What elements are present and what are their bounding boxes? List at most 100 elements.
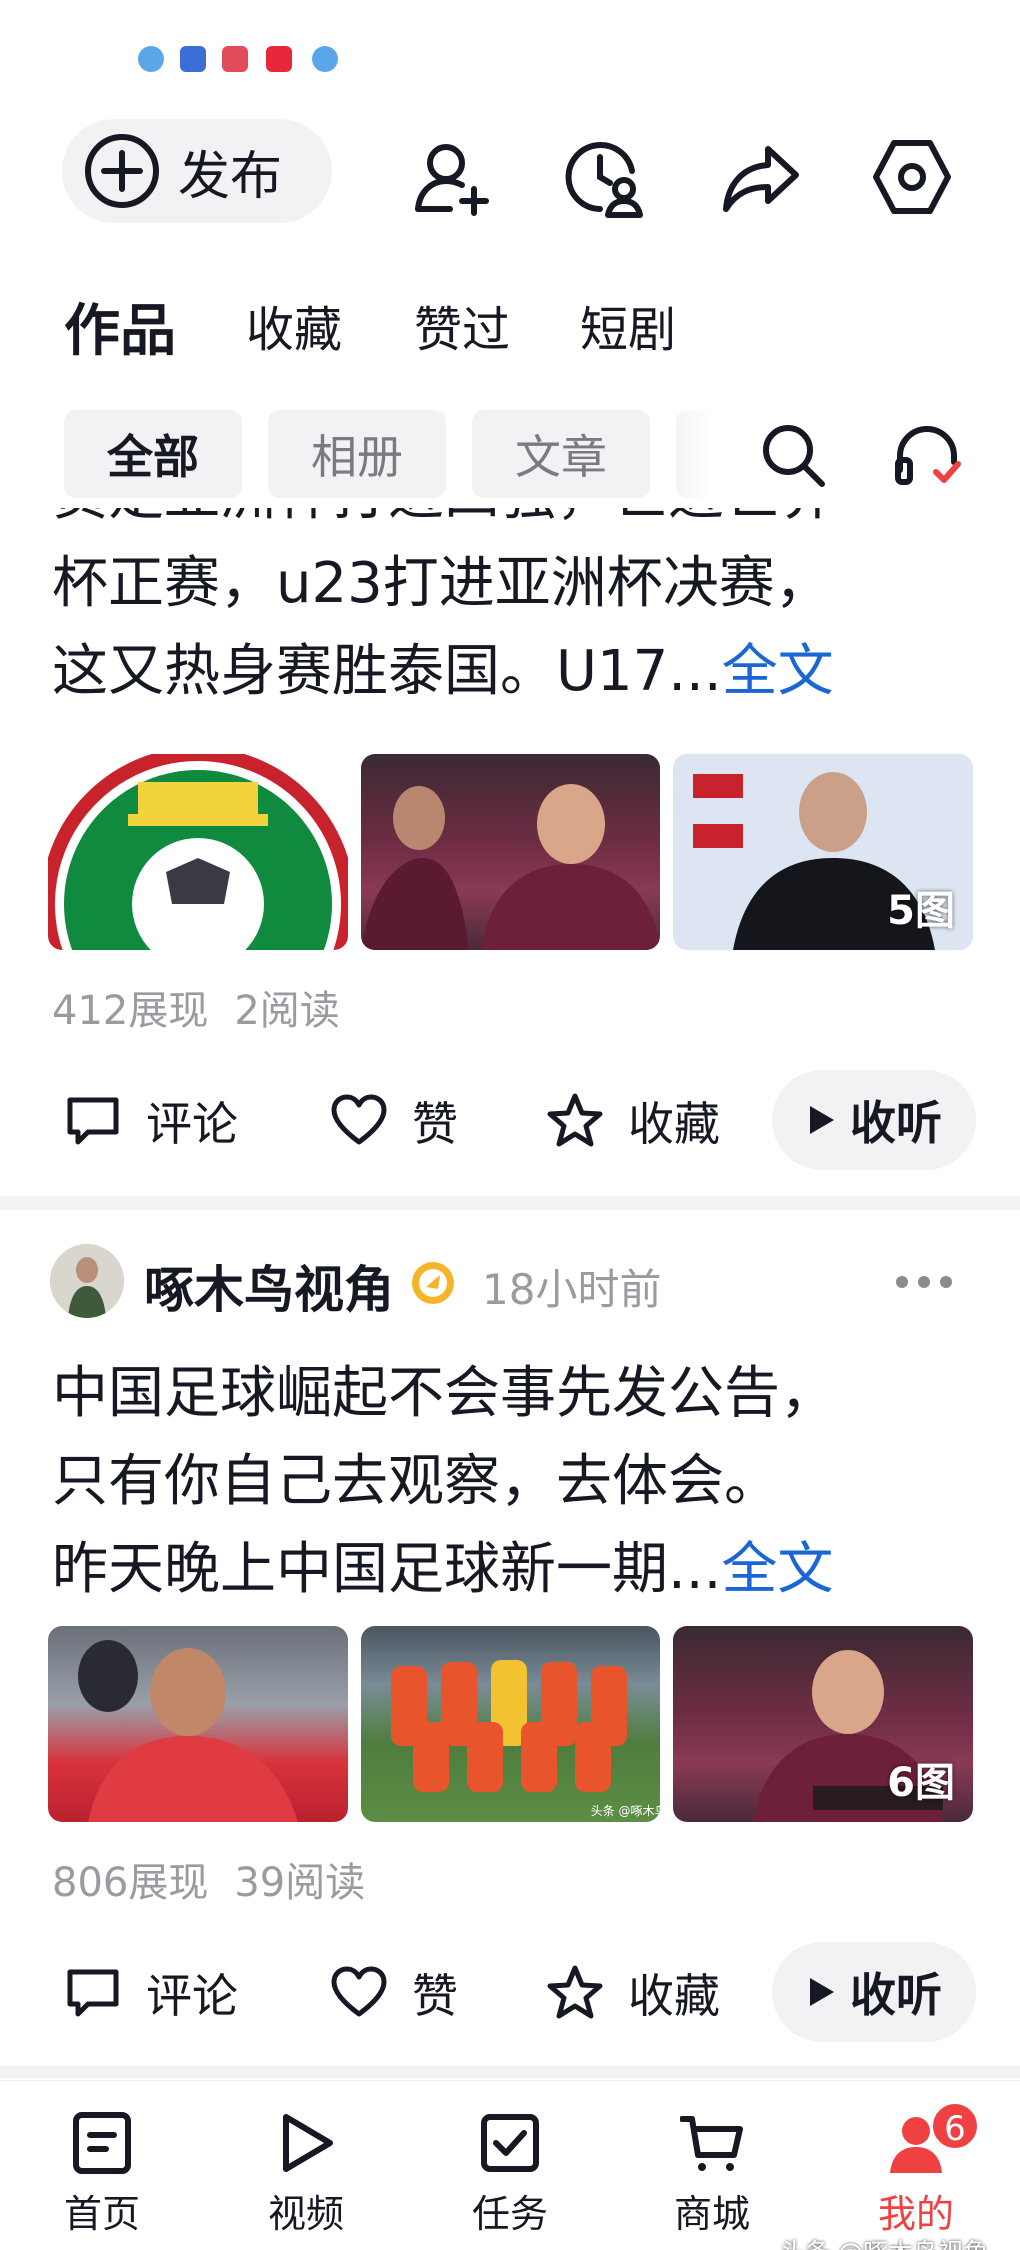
coach-figure bbox=[360, 784, 661, 950]
nav-label: 任务 bbox=[471, 2192, 548, 2236]
post-text-line: 这又热身赛胜泰国。U17... bbox=[52, 639, 722, 704]
history-icon[interactable] bbox=[562, 135, 646, 219]
comment-icon bbox=[67, 1097, 119, 1145]
baidu-icon bbox=[222, 46, 248, 72]
bottom-nav: 首页 视频 任务 商城 6 我的 bbox=[0, 2080, 1020, 2250]
coach-sideline-image[interactable] bbox=[360, 754, 661, 950]
tab-liked[interactable]: 赞过 bbox=[414, 290, 510, 360]
heart-app-icon bbox=[266, 46, 292, 72]
post-actions: 评论 赞 收藏 收听 bbox=[0, 1070, 1020, 1170]
nav-tasks[interactable]: 任务 bbox=[440, 2111, 580, 2241]
post-image-row[interactable]: 头条 @啄木鸟视角 6图 bbox=[48, 1626, 974, 1822]
star-icon bbox=[547, 1965, 603, 2019]
views-count: 806展现 bbox=[52, 1860, 209, 1906]
image-count-badge: 6图 bbox=[887, 1760, 956, 1806]
post-stats: 806展现 39阅读 bbox=[52, 1850, 391, 1908]
publish-button[interactable]: 发布 bbox=[62, 119, 332, 223]
listen-label: 收听 bbox=[850, 1968, 942, 2022]
listen-button[interactable]: 收听 bbox=[772, 1070, 976, 1170]
cfa-logo-image[interactable] bbox=[48, 754, 348, 950]
nav-label: 视频 bbox=[267, 2192, 344, 2236]
post-time: 18小时前 bbox=[482, 1265, 662, 1314]
share-icon[interactable] bbox=[718, 135, 802, 219]
notification-badge: 6 bbox=[930, 2101, 980, 2151]
verified-badge-icon bbox=[412, 1262, 454, 1304]
avatar-figure bbox=[50, 1244, 124, 1318]
content-tabs: 作品 收藏 赞过 短剧 bbox=[0, 290, 1020, 370]
favorite-button[interactable]: 收藏 bbox=[546, 1960, 720, 2026]
app-icon bbox=[180, 46, 206, 72]
play-icon bbox=[810, 1106, 834, 1134]
author-name[interactable]: 啄木鸟视角 bbox=[144, 1250, 394, 1322]
chip-album[interactable]: 相册 bbox=[268, 410, 446, 498]
tab-works[interactable]: 作品 bbox=[64, 286, 176, 367]
post-text[interactable]: 中国足球崛起不会事先发公告， 只有你自己去观察，去体会。 昨天晚上中国足球新一期… bbox=[52, 1350, 972, 1614]
comment-icon bbox=[67, 1969, 119, 2017]
post-text-line: 员足亚洲杯打进四强，世进世界 bbox=[52, 508, 972, 540]
coach-press-image[interactable]: 5图 bbox=[673, 754, 974, 950]
nav-label: 首页 bbox=[63, 2192, 140, 2236]
comment-label: 评论 bbox=[146, 1969, 238, 2023]
headphones-icon[interactable] bbox=[892, 420, 962, 490]
publish-label: 发布 bbox=[178, 146, 283, 207]
reads-count: 39阅读 bbox=[234, 1860, 366, 1906]
image-count-badge: 5图 bbox=[887, 888, 956, 934]
post-text-line: 只有你自己去观察，去体会。 bbox=[52, 1449, 780, 1514]
full-text-link[interactable]: 全文 bbox=[721, 1537, 833, 1602]
more-options-icon[interactable] bbox=[894, 1274, 954, 1290]
filter-bar: 全部 相册 文章 视 bbox=[0, 410, 1020, 500]
cart-icon bbox=[680, 2116, 743, 2171]
listen-button[interactable]: 收听 bbox=[772, 1942, 976, 2042]
nav-label: 商城 bbox=[673, 2192, 750, 2236]
full-text-link[interactable]: 全文 bbox=[722, 639, 834, 704]
tab-favorites[interactable]: 收藏 bbox=[246, 290, 342, 360]
filter-fade bbox=[670, 410, 1020, 500]
play-outline-icon bbox=[283, 2114, 333, 2172]
image-caption: 头条 @啄木鸟视角 bbox=[590, 1804, 661, 1818]
nav-me[interactable]: 6 我的 bbox=[846, 2101, 986, 2241]
post-image-row[interactable]: 5图 bbox=[48, 754, 974, 950]
reads-count: 2阅读 bbox=[234, 988, 340, 1034]
post-divider bbox=[0, 1196, 1020, 1210]
post-stats: 412展现 2阅读 bbox=[52, 978, 366, 1036]
add-friend-icon[interactable] bbox=[410, 135, 494, 219]
author-row: 啄木鸟视角 18小时前 bbox=[0, 1244, 1020, 1324]
nav-video[interactable]: 视频 bbox=[236, 2111, 376, 2241]
favorite-label: 收藏 bbox=[628, 1097, 720, 1151]
views-count: 412展现 bbox=[52, 988, 209, 1034]
task-checkbox-icon bbox=[481, 2114, 539, 2172]
search-icon[interactable] bbox=[758, 420, 828, 490]
play-icon bbox=[810, 1978, 834, 2006]
chip-article[interactable]: 文章 bbox=[472, 410, 650, 498]
nav-home[interactable]: 首页 bbox=[32, 2111, 172, 2241]
settings-icon[interactable] bbox=[870, 135, 954, 219]
like-label: 赞 bbox=[412, 1969, 458, 2023]
like-button[interactable]: 赞 bbox=[330, 1960, 458, 2026]
avatar[interactable] bbox=[50, 1244, 124, 1318]
team-photo-image[interactable]: 头条 @啄木鸟视角 bbox=[360, 1626, 661, 1822]
comment-button[interactable]: 评论 bbox=[64, 1960, 238, 2026]
favorite-button[interactable]: 收藏 bbox=[546, 1088, 720, 1154]
nav-mall[interactable]: 商城 bbox=[642, 2111, 782, 2241]
player-figure bbox=[78, 1640, 298, 1822]
favorite-label: 收藏 bbox=[628, 1969, 720, 2023]
post-text-line: 杯正赛，u23打进亚洲杯决赛， bbox=[52, 551, 831, 616]
tab-short-drama[interactable]: 短剧 bbox=[580, 290, 676, 360]
heart-icon bbox=[331, 1094, 387, 1145]
weibo-icon bbox=[312, 46, 338, 72]
feed-list: 员足亚洲杯打进四强，世进世界 杯正赛，u23打进亚洲杯决赛， 这又热身赛胜泰国。… bbox=[0, 508, 1020, 2078]
plus-circle-icon bbox=[85, 134, 159, 208]
heart-icon bbox=[331, 1966, 387, 2017]
chip-all[interactable]: 全部 bbox=[64, 410, 242, 498]
listen-label: 收听 bbox=[850, 1096, 942, 1150]
player-celebration-image[interactable] bbox=[48, 1626, 348, 1822]
post-text-line: 中国足球崛起不会事先发公告， bbox=[52, 1361, 836, 1426]
coach-sideline-image[interactable]: 6图 bbox=[673, 1626, 974, 1822]
comment-button[interactable]: 评论 bbox=[64, 1088, 238, 1154]
comment-label: 评论 bbox=[146, 1097, 238, 1151]
home-icon bbox=[73, 2112, 131, 2174]
cfa-logo-graphic bbox=[48, 754, 348, 950]
post-text[interactable]: 员足亚洲杯打进四强，世进世界 杯正赛，u23打进亚洲杯决赛， 这又热身赛胜泰国。… bbox=[52, 508, 972, 716]
watermark: 头条 @啄木鸟视角 bbox=[780, 2233, 988, 2250]
like-button[interactable]: 赞 bbox=[330, 1088, 458, 1154]
